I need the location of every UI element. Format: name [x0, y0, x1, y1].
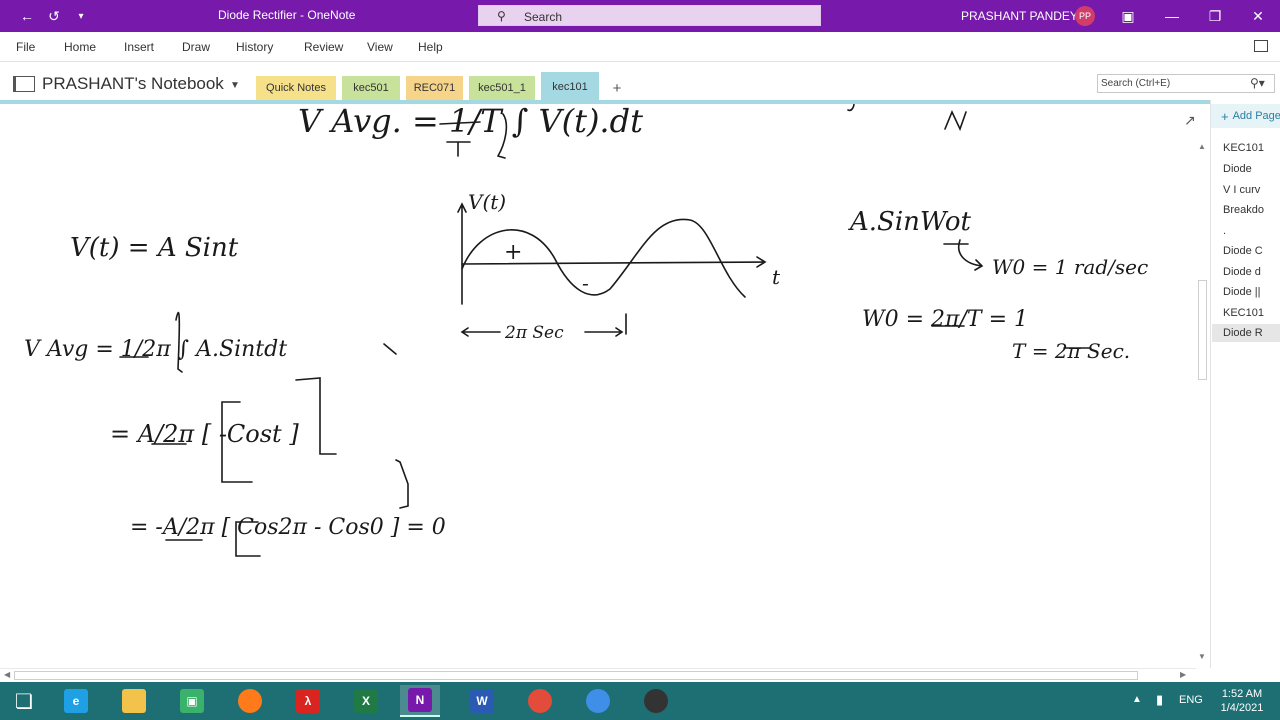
taskbar: ❏ e ▣ λ X N W ▲ ▮ ENG 1:52 AM 1/4/2021	[0, 682, 1280, 720]
restore-icon[interactable]: ❐	[1205, 6, 1225, 26]
internet-explorer-icon[interactable]: e	[56, 685, 96, 717]
excel-icon[interactable]: X	[346, 685, 386, 717]
ink-step3: = -A/2π [ Cos2π - Cos0 ] = 0	[130, 515, 446, 540]
expand-icon[interactable]: ↗	[1184, 112, 1196, 129]
search-placeholder: Search	[524, 10, 563, 24]
chevron-down-icon[interactable]: ▼	[230, 80, 240, 91]
ink-v-of-t: V(t) = A Sint	[70, 233, 239, 263]
word-icon[interactable]: W	[462, 685, 502, 717]
page-item[interactable]: Breakdo	[1223, 204, 1279, 216]
quick-access-dropdown-icon[interactable]: ▾	[71, 6, 91, 26]
windows-start-icon[interactable]: ❏	[4, 685, 44, 717]
menu-file[interactable]: File	[16, 40, 35, 54]
menu-home[interactable]: Home	[64, 40, 96, 54]
search-icon: ⚲▾	[1250, 76, 1265, 90]
tab-kec501-1[interactable]: kec501_1	[469, 76, 535, 100]
page-item[interactable]: Diode d	[1223, 266, 1279, 278]
ink-v-avg: V Avg = 1/2π ∫ A.Sintdt	[24, 337, 287, 362]
menu-help[interactable]: Help	[418, 40, 443, 54]
scroll-thumb[interactable]	[1198, 280, 1207, 380]
page-item[interactable]: Diode ||	[1223, 286, 1279, 298]
ink-graph-y-label: V(t)	[468, 190, 506, 214]
clock[interactable]: 1:52 AM 1/4/2021	[1212, 687, 1272, 715]
scroll-up-icon[interactable]: ▲	[1198, 142, 1206, 151]
onenote-icon[interactable]: N	[400, 685, 440, 717]
scroll-right-icon[interactable]: ▶	[1180, 670, 1186, 679]
window-title: Diode Rectifier - OneNote	[218, 8, 356, 22]
battery-icon[interactable]: ▮	[1156, 692, 1163, 708]
firefox-icon[interactable]	[230, 685, 270, 717]
scroll-down-icon[interactable]: ▼	[1198, 652, 1206, 661]
page-item[interactable]: Diode	[1223, 163, 1279, 175]
ink-step2: = A/2π [ -Cost ]	[110, 420, 299, 448]
tray-chevron-up-icon[interactable]: ▲	[1132, 694, 1142, 705]
language-indicator[interactable]: ENG	[1179, 694, 1203, 706]
page-item-selected[interactable]: Diode R	[1212, 324, 1280, 342]
tab-rec071[interactable]: REC071	[406, 76, 463, 100]
page-item[interactable]: Diode C	[1223, 245, 1279, 257]
search-icon: ⚲	[497, 9, 506, 23]
menu-review[interactable]: Review	[304, 40, 343, 54]
plus-icon: +	[1221, 108, 1229, 124]
tab-kec501[interactable]: kec501	[342, 76, 400, 100]
horizontal-scrollbar[interactable]: ◀ ▶	[0, 668, 1196, 682]
add-page-button[interactable]: + Add Page	[1211, 104, 1280, 128]
minimize-icon[interactable]: —	[1162, 6, 1182, 26]
ink-omega-val: W0 = 1 rad/sec	[992, 255, 1148, 279]
page-item[interactable]: V I curv	[1223, 184, 1279, 196]
ribbon-toggle-icon[interactable]	[1254, 40, 1268, 52]
notebook-search-placeholder: Search (Ctrl+E)	[1101, 78, 1171, 89]
scroll-left-icon[interactable]: ◀	[4, 670, 10, 679]
avatar[interactable]: PP	[1075, 6, 1095, 26]
ink-graph-plus: +	[504, 240, 522, 265]
back-icon[interactable]: ←	[17, 6, 37, 26]
ribbon-tabs: File Home Insert Draw History Review Vie…	[0, 32, 1280, 62]
ink-sine-expr: A.SinWot	[848, 207, 972, 237]
ink-omega-formula: W0 = 2π/T = 1	[862, 307, 1028, 332]
page-item[interactable]: KEC101	[1223, 142, 1279, 154]
chrome-2-icon[interactable]	[578, 685, 618, 717]
file-explorer-icon[interactable]	[114, 685, 154, 717]
tab-kec101[interactable]: kec101	[541, 72, 599, 102]
notebook-icon	[13, 76, 35, 92]
title-search-box[interactable]: ⚲ Search	[478, 5, 821, 26]
title-bar: ← ↺ ▾ Diode Rectifier - OneNote ⚲ Search…	[0, 0, 1280, 32]
tab-quick-notes[interactable]: Quick Notes	[256, 76, 336, 100]
clock-date: 1/4/2021	[1220, 702, 1264, 714]
chrome-icon[interactable]	[520, 685, 560, 717]
page-item[interactable]: .	[1223, 225, 1279, 237]
add-section-icon[interactable]: +	[605, 78, 629, 98]
menu-insert[interactable]: Insert	[124, 40, 154, 54]
undo-icon[interactable]: ↺	[44, 6, 64, 26]
scroll-thumb[interactable]	[14, 671, 1138, 680]
obs-icon[interactable]	[636, 685, 676, 717]
pages-panel: + Add Page KEC101 Diode V I curv Breakdo…	[1210, 100, 1280, 668]
store-icon[interactable]: ▣	[172, 685, 212, 717]
close-icon[interactable]: ✕	[1248, 6, 1268, 26]
ink-graph-minus: -	[582, 271, 589, 295]
notebook-bar: PRASHANT's Notebook ▼ Quick Notes kec501…	[0, 62, 1280, 102]
page-item[interactable]: KEC101	[1223, 307, 1279, 319]
ink-period-label: 2π Sec	[504, 323, 564, 343]
menu-history[interactable]: History	[236, 40, 273, 54]
notebook-name[interactable]: PRASHANT's Notebook	[42, 74, 224, 94]
notebook-search-input[interactable]: Search (Ctrl+E) ⚲▾	[1097, 74, 1275, 93]
add-page-label: Add Page	[1232, 110, 1280, 122]
ink-drawing: V Avg. = 1/T ∫ V(t).dt V(t) = A Sint V A…	[24, 104, 1148, 557]
page-canvas[interactable]: V Avg. = 1/T ∫ V(t).dt V(t) = A Sint V A…	[0, 104, 1196, 668]
vertical-scrollbar[interactable]: ▲ ▼	[1196, 140, 1210, 668]
ink-period-result: T = 2π Sec.	[1012, 339, 1130, 363]
clock-time: 1:52 AM	[1221, 688, 1263, 700]
menu-draw[interactable]: Draw	[182, 40, 210, 54]
ink-graph-x-label: t	[772, 265, 781, 289]
acrobat-icon[interactable]: λ	[288, 685, 328, 717]
ink-top-formula: V Avg. = 1/T ∫ V(t).dt	[298, 104, 643, 140]
user-name[interactable]: PRASHANT PANDEY	[961, 9, 1078, 23]
full-screen-icon[interactable]: ▣	[1118, 6, 1138, 26]
menu-view[interactable]: View	[367, 40, 393, 54]
